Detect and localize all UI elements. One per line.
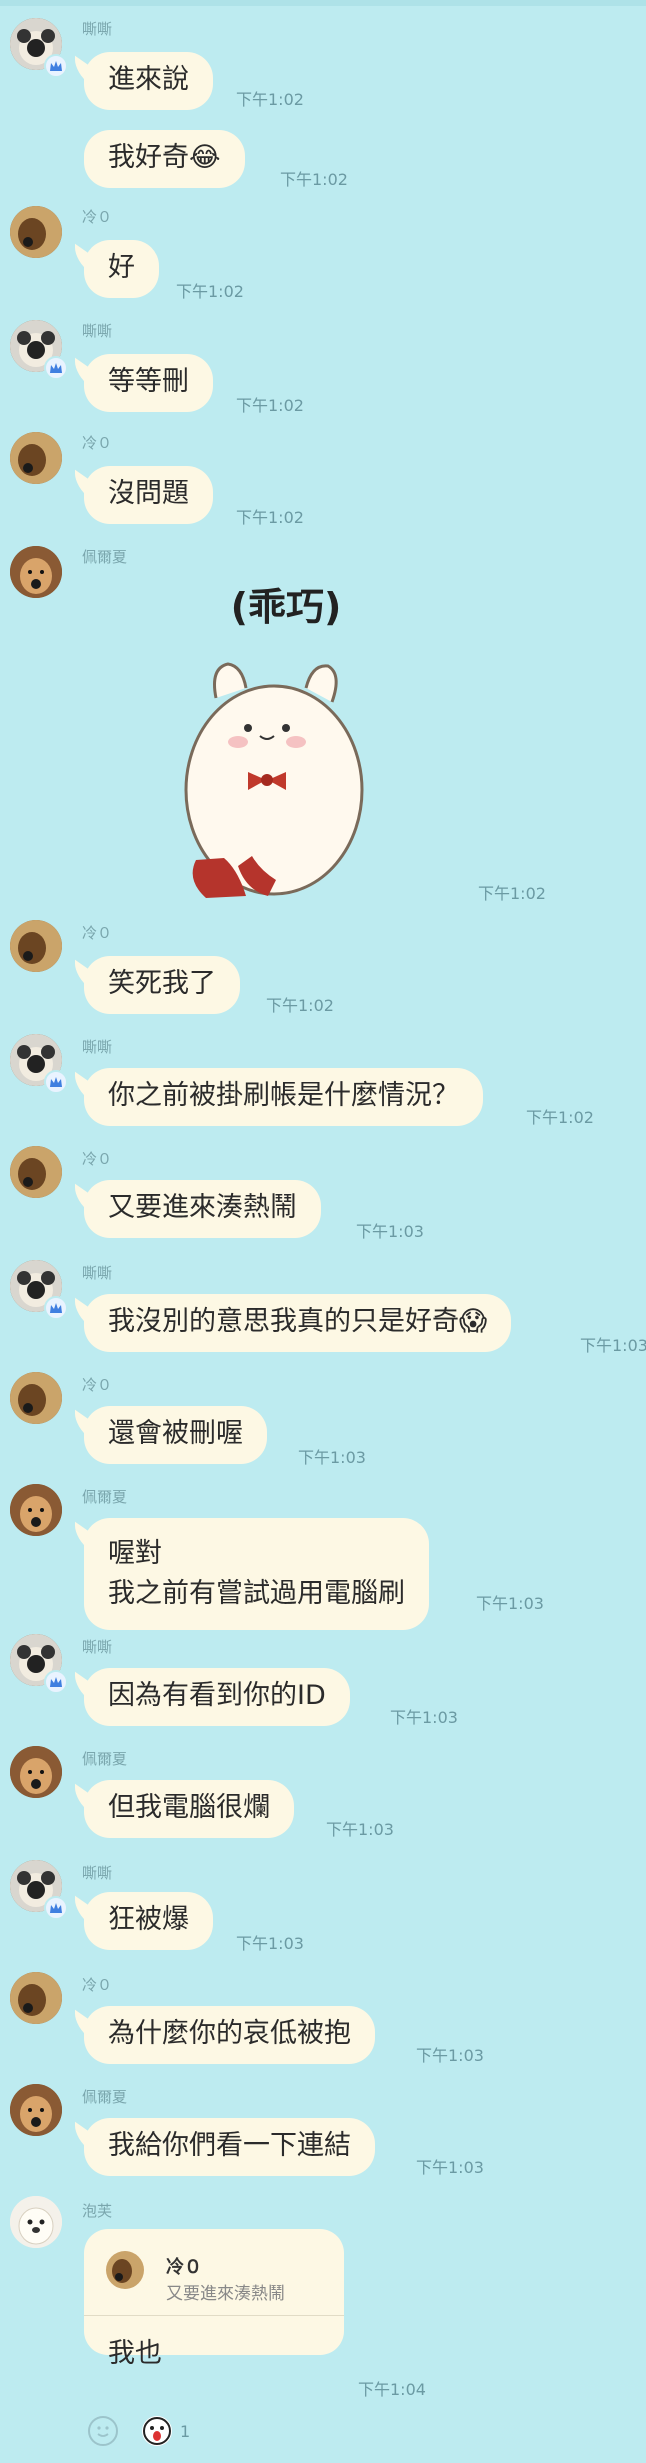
sender-name: 佩爾夏 [82, 1750, 128, 1768]
sender-name: 嘶嘶 [82, 1864, 113, 1882]
sender-name: 冷０ [82, 1976, 113, 1994]
sender-name: 冷０ [82, 208, 113, 226]
message-bubble[interactable]: 好 [84, 240, 159, 298]
avatar[interactable] [10, 2196, 62, 2248]
message-time: 下午1:03 [476, 1594, 544, 1613]
sender-name: 冷０ [82, 434, 113, 452]
sender-name: 冷０ [82, 1150, 113, 1168]
reply-text: 我也 [108, 2338, 162, 2369]
sender-name: 嘶嘶 [82, 1264, 113, 1282]
reply-bubble[interactable]: 冷０ 又要進來湊熱鬧 我也 [84, 2229, 344, 2369]
avatar[interactable] [10, 1484, 62, 1536]
crown-icon [44, 1670, 68, 1694]
avatar[interactable] [10, 1146, 62, 1198]
surprised-reaction-icon[interactable] [142, 2416, 172, 2446]
message-time: 下午1:02 [176, 282, 244, 301]
message-time: 下午1:02 [236, 396, 304, 415]
message-time: 下午1:02 [266, 996, 334, 1015]
avatar[interactable] [10, 546, 62, 598]
message-time: 下午1:02 [236, 508, 304, 527]
message-bubble[interactable]: 又要進來湊熱鬧 [84, 1180, 321, 1238]
avatar[interactable] [10, 1972, 62, 2024]
avatar[interactable] [10, 1372, 62, 1424]
message-time: 下午1:02 [280, 170, 348, 189]
message-bubble[interactable]: 我沒別的意思我真的只是好奇😱 [84, 1294, 512, 1352]
crown-icon [44, 356, 68, 380]
message-time: 下午1:03 [298, 1448, 366, 1467]
message-bubble[interactable]: 我好奇😂 [84, 130, 245, 188]
message-bubble[interactable]: 因為有看到你的ID [84, 1668, 350, 1726]
sender-name: 嘶嘶 [82, 1038, 113, 1056]
crown-icon [44, 54, 68, 78]
message-time: 下午1:03 [416, 2046, 484, 2065]
message-time: 下午1:03 [580, 1336, 646, 1355]
sticker-caption: (乖巧) [231, 585, 342, 629]
sender-name: 嘶嘶 [82, 322, 113, 340]
sender-name: 佩爾夏 [82, 1488, 128, 1506]
quoted-sender: 冷０ [166, 2257, 202, 2278]
avatar[interactable] [10, 2084, 62, 2136]
sender-name: 冷０ [82, 924, 113, 942]
message-time: 下午1:03 [416, 2158, 484, 2177]
message-time: 下午1:02 [478, 884, 546, 903]
message-time: 下午1:02 [526, 1108, 594, 1127]
sender-name: 嘶嘶 [82, 20, 113, 38]
message-bubble[interactable]: 笑死我了 [84, 956, 240, 1014]
quoted-avatar [106, 2251, 144, 2289]
reply-divider [84, 2315, 344, 2316]
message-time: 下午1:02 [236, 90, 304, 109]
crown-icon [44, 1296, 68, 1320]
message-bubble[interactable]: 等等刪 [84, 354, 213, 412]
sender-name: 泡芙 [82, 2202, 113, 2220]
add-reaction-icon[interactable] [88, 2416, 118, 2446]
message-bubble[interactable]: 進來說 [84, 52, 213, 110]
crown-icon [44, 1896, 68, 1920]
crown-icon [44, 1070, 68, 1094]
sender-name: 佩爾夏 [82, 548, 128, 566]
bear-sticker[interactable]: (乖巧) [176, 580, 396, 920]
sender-name: 冷０ [82, 1376, 113, 1394]
message-bubble[interactable]: 為什麼你的哀低被抱 [84, 2006, 375, 2064]
avatar[interactable] [10, 206, 62, 258]
message-bubble[interactable]: 但我電腦很爛 [84, 1780, 294, 1838]
message-bubble[interactable]: 狂被爆 [84, 1892, 213, 1950]
message-time: 下午1:03 [390, 1708, 458, 1727]
message-line: 我之前有嘗試過用電腦刷 [108, 1578, 405, 1609]
message-time: 下午1:03 [236, 1934, 304, 1953]
message-bubble[interactable]: 我給你們看一下連結 [84, 2118, 375, 2176]
avatar[interactable] [10, 920, 62, 972]
message-line: 喔對 [108, 1538, 162, 1569]
reaction-count: 1 [180, 2422, 191, 2441]
message-bubble[interactable]: 你之前被掛刷帳是什麼情況？ [84, 1068, 483, 1126]
message-time: 下午1:03 [356, 1222, 424, 1241]
sender-name: 嘶嘶 [82, 1638, 113, 1656]
message-bubble[interactable]: 喔對 我之前有嘗試過用電腦刷 [84, 1518, 429, 1630]
message-time: 下午1:04 [358, 2380, 426, 2399]
quoted-text: 又要進來湊熱鬧 [166, 2284, 285, 2304]
top-divider [0, 0, 646, 6]
message-time: 下午1:03 [326, 1820, 394, 1839]
avatar[interactable] [10, 1746, 62, 1798]
message-bubble[interactable]: 沒問題 [84, 466, 213, 524]
avatar[interactable] [10, 432, 62, 484]
sender-name: 佩爾夏 [82, 2088, 128, 2106]
message-bubble[interactable]: 還會被刪喔 [84, 1406, 267, 1464]
